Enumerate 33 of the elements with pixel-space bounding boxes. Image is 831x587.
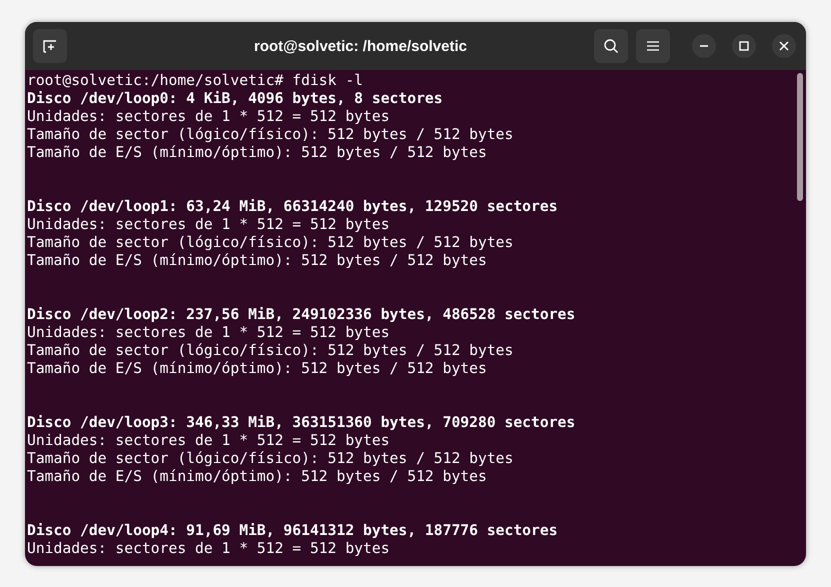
output-line: Tamaño de E/S (mínimo/óptimo): 512 bytes / 512 bytes (27, 144, 487, 162)
output-line: Tamaño de sector (lógico/físico): 512 bytes / 512 bytes (27, 342, 514, 360)
output-line: Tamaño de sector (lógico/físico): 512 bytes / 512 bytes (27, 126, 514, 144)
search-icon (603, 38, 619, 54)
disk-heading-line: Disco /dev/loop0: 4 KiB, 4096 bytes, 8 sectores (27, 90, 443, 108)
menu-button[interactable] (636, 29, 670, 63)
output-line: Unidades: sectores de 1 * 512 = 512 bytes (27, 432, 390, 450)
new-tab-icon (42, 38, 58, 54)
output-line: Unidades: sectores de 1 * 512 = 512 bytes (27, 108, 390, 126)
scrollbar-thumb[interactable] (797, 73, 803, 201)
command-prompt-line: root@solvetic:/home/solvetic# fdisk -l (27, 72, 364, 90)
close-icon (779, 41, 789, 51)
search-button[interactable] (594, 29, 628, 63)
minimize-icon (700, 45, 708, 47)
output-line: Tamaño de E/S (mínimo/óptimo): 512 bytes / 512 bytes (27, 360, 487, 378)
minimize-button[interactable] (692, 34, 716, 58)
close-button[interactable] (772, 34, 796, 58)
output-line: Tamaño de sector (lógico/físico): 512 bytes / 512 bytes (27, 450, 514, 468)
disk-heading-line: Disco /dev/loop4: 91,69 MiB, 96141312 bytes, 187776 sectores (27, 522, 558, 540)
output-line: Unidades: sectores de 1 * 512 = 512 bytes (27, 540, 390, 558)
window-title: root@solvetic: /home/solvetic (252, 38, 468, 54)
new-tab-button[interactable] (33, 29, 67, 63)
output-line: Tamaño de E/S (mínimo/óptimo): 512 bytes / 512 bytes (27, 252, 487, 270)
disk-heading-line: Disco /dev/loop2: 237,56 MiB, 249102336 bytes, 486528 sectores (27, 306, 576, 324)
output-line: Tamaño de sector (lógico/físico): 512 bytes / 512 bytes (27, 234, 514, 252)
output-line: Tamaño de E/S (mínimo/óptimo): 512 bytes / 512 bytes (27, 468, 487, 486)
output-line: Unidades: sectores de 1 * 512 = 512 bytes (27, 324, 390, 342)
output-line: Unidades: sectores de 1 * 512 = 512 bytes (27, 216, 390, 234)
disk-heading-line: Disco /dev/loop3: 346,33 MiB, 363151360 bytes, 709280 sectores (27, 414, 576, 432)
maximize-button[interactable] (732, 34, 756, 58)
menu-icon (647, 41, 659, 51)
disk-heading-line: Disco /dev/loop1: 63,24 MiB, 66314240 bytes, 129520 sectores (27, 198, 558, 216)
maximize-icon (739, 41, 749, 51)
